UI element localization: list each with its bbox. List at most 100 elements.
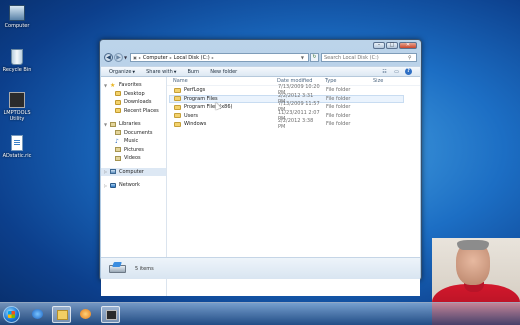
videos-icon: [115, 155, 121, 161]
desktop-icon-label: Recycle Bin: [2, 67, 32, 73]
drive-icon: [109, 264, 126, 273]
search-box[interactable]: ⚲: [321, 53, 417, 62]
organize-button[interactable]: Organize▼: [109, 69, 135, 75]
nav-network-label: Network: [119, 182, 140, 189]
details-pane: 5 items: [101, 257, 420, 279]
burn-label: Burn: [187, 68, 200, 75]
folder-icon: [174, 121, 181, 127]
nav-libraries[interactable]: ▼ Libraries: [101, 120, 166, 129]
start-button[interactable]: [3, 306, 20, 323]
file-name: Users: [184, 112, 199, 119]
command-bar: Organize▼ Share with▼ Burn New folder ☷ …: [101, 66, 420, 77]
file-type: File folder: [326, 95, 351, 102]
search-icon[interactable]: ⚲: [408, 55, 412, 61]
chevron-down-icon: ▼: [173, 69, 177, 74]
taskbar-screen-capture[interactable]: [101, 306, 120, 323]
desktop-icon-adstatic[interactable]: ADstatic.ric: [0, 135, 34, 159]
nav-item-documents[interactable]: Documents: [101, 129, 166, 138]
nav-item-videos[interactable]: Videos: [101, 154, 166, 163]
nav-item-pictures[interactable]: Pictures: [101, 146, 166, 155]
screen-capture-icon: [106, 310, 117, 320]
forward-button[interactable]: ▶: [114, 53, 123, 62]
app-icon: [9, 92, 25, 108]
desktop-folder-icon: [115, 91, 121, 97]
computer-icon: [110, 169, 116, 175]
help-icon[interactable]: ?: [405, 68, 412, 75]
view-options-icon[interactable]: ☷: [381, 69, 388, 75]
chevron-down-icon: ▼: [132, 69, 136, 74]
address-bar[interactable]: ▣ ▸ Computer ▸ Local Disk (C:) ▸ ▼: [130, 53, 309, 62]
item-count: 5 items: [135, 265, 154, 272]
preview-pane-icon[interactable]: ▭: [393, 69, 400, 75]
file-date: 2/2/2012 3:38 PM: [278, 118, 314, 131]
nav-item-downloads[interactable]: Downloads: [101, 98, 166, 107]
windows-explorer-icon: [57, 310, 68, 320]
file-name: Windows: [184, 121, 207, 128]
internet-explorer-icon: [32, 309, 43, 319]
search-input[interactable]: [324, 54, 408, 61]
organize-label: Organize: [109, 68, 132, 75]
star-icon: ★: [110, 81, 116, 89]
nav-item-label: Desktop: [124, 90, 145, 97]
chevron-right-icon: ▸: [211, 55, 214, 60]
file-type: File folder: [326, 104, 351, 111]
downloads-folder-icon: [115, 99, 121, 105]
recent-pages-dropdown[interactable]: ▼: [124, 55, 127, 60]
column-header-size[interactable]: Size: [367, 78, 397, 84]
nav-network[interactable]: ▷ Network: [101, 181, 166, 190]
nav-computer-label: Computer: [119, 168, 144, 175]
nav-favorites[interactable]: ▼ ★ Favorites: [101, 81, 166, 90]
file-name: Program Files: [184, 95, 218, 102]
breadcrumb-computer[interactable]: Computer: [143, 55, 168, 61]
window-controls: – □ ✕: [373, 42, 417, 49]
file-type: File folder: [326, 121, 351, 128]
desktop-icon-computer[interactable]: Computer: [0, 5, 34, 29]
computer-icon: [9, 5, 25, 21]
share-with-button[interactable]: Share with▼: [146, 69, 176, 75]
close-button[interactable]: ✕: [399, 42, 417, 49]
nav-item-recent-places[interactable]: Recent Places: [101, 107, 166, 116]
file-name: PerfLogs: [184, 87, 206, 94]
minimize-button[interactable]: –: [373, 42, 385, 49]
back-button[interactable]: ◀: [104, 53, 113, 62]
desktop-icon-lmptools[interactable]: LMPTOOLS Utility: [0, 92, 34, 122]
column-header-name[interactable]: Name: [167, 78, 271, 84]
recent-places-icon: [115, 108, 121, 114]
file-type: File folder: [326, 112, 351, 119]
documents-icon: [115, 130, 121, 136]
new-folder-button[interactable]: New folder: [210, 69, 237, 75]
column-header-type[interactable]: Type: [319, 78, 367, 84]
nav-item-label: Downloads: [124, 99, 152, 106]
desktop-icon-label: ADstatic.ric: [2, 153, 32, 159]
nav-item-label: Documents: [124, 129, 153, 136]
explorer-window[interactable]: – □ ✕ ◀ ▶ ▼ ▣ ▸ Computer ▸ Local Disk (C…: [99, 39, 422, 296]
folder-icon: [174, 113, 181, 119]
desktop-icon-label: LMPTOOLS Utility: [3, 110, 31, 122]
maximize-button[interactable]: □: [386, 42, 398, 49]
nav-item-label: Music: [124, 138, 139, 145]
address-row: ◀ ▶ ▼ ▣ ▸ Computer ▸ Local Disk (C:) ▸ ▼…: [104, 52, 417, 63]
taskbar: [0, 302, 520, 325]
file-name: Program Files (x86): [184, 104, 233, 111]
refresh-button[interactable]: ↻: [310, 53, 319, 62]
taskbar-windows-explorer[interactable]: [52, 306, 71, 323]
burn-button[interactable]: Burn: [187, 69, 199, 75]
address-dropdown-icon[interactable]: ▼: [301, 55, 304, 60]
desktop-icon-recycle-bin[interactable]: Recycle Bin: [0, 49, 34, 73]
nav-item-label: Recent Places: [124, 107, 159, 114]
nav-libraries-label: Libraries: [119, 121, 141, 128]
library-icon: [110, 121, 116, 127]
nav-item-desktop[interactable]: Desktop: [101, 90, 166, 99]
music-icon: ♪: [115, 137, 119, 145]
column-header-date[interactable]: Date modified: [271, 78, 319, 84]
folder-icon: [174, 96, 181, 102]
file-type: File folder: [326, 87, 351, 94]
taskbar-internet-explorer[interactable]: [28, 306, 47, 323]
nav-computer[interactable]: ▷ Computer: [101, 167, 166, 176]
nav-favorites-label: Favorites: [119, 82, 142, 89]
taskbar-media-player[interactable]: [76, 306, 95, 323]
file-row-windows[interactable]: Windows 2/2/2012 3:38 PM File folder: [169, 118, 404, 131]
document-icon: [11, 135, 23, 151]
breadcrumb-local-disk[interactable]: Local Disk (C:): [174, 55, 210, 61]
nav-item-music[interactable]: ♪ Music: [101, 137, 166, 146]
